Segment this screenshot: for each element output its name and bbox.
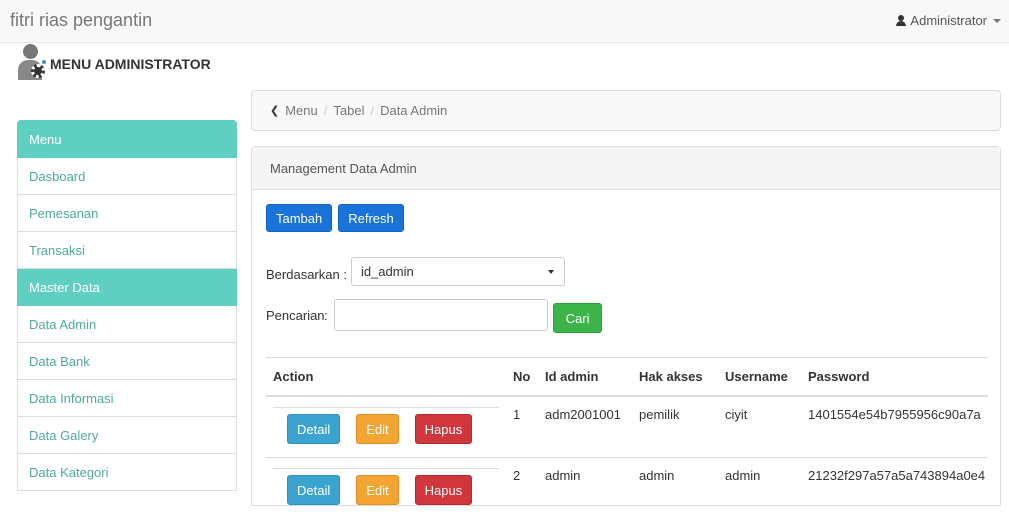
admin-title: MENU ADMINISTRATOR [50,56,211,72]
detail-button[interactable]: Detail [287,413,341,444]
filter-select[interactable]: id_admin [350,257,565,286]
breadcrumb-tabel[interactable]: Tabel [333,103,364,118]
caret-down-icon [993,18,1001,23]
col-action: Action [266,357,506,397]
search-label: Pencarian [266,307,325,323]
table-row: Detail Edit Hapus 1 adm2001001 pemilik c… [266,395,988,458]
breadcrumb-menu[interactable]: Menu [285,103,318,118]
cell-password: 1401554e54b7955956c90a7a [801,395,988,458]
col-password: Password [801,357,988,397]
filter-selected: id_admin [360,264,414,279]
table-row: Detail Edit Hapus 2 admin admin admin 21… [266,457,988,520]
sidebar-item-data-informasi[interactable]: Data Informasi [17,380,237,417]
edit-button[interactable]: Edit [356,475,399,505]
col-hak-akses: Hak akses [632,357,718,397]
search-button[interactable]: Cari [552,303,603,333]
col-username: Username [718,357,801,397]
breadcrumb-data-admin: Data Admin [380,103,448,118]
panel-toolbar: Tambah Refresh [266,204,404,232]
cell-hak-akses: pemilik [632,395,718,458]
breadcrumb: ❮ Menu / Tabel / Data Admin [251,90,1001,131]
admin-table: Action No Id admin Hak akses Username Pa… [266,357,988,520]
sidebar-item-master-data[interactable]: Master Data [17,269,237,306]
user-icon [896,15,907,26]
detail-button[interactable]: Detail [287,475,341,505]
filter-label: Berdasarkan : [266,267,347,282]
sidebar-item-dasboard[interactable]: Dasboard [17,158,237,195]
sidebar-item-data-galery[interactable]: Data Galery [17,417,237,454]
action-cell: Detail Edit Hapus [266,457,506,520]
cell-id-admin: admin [538,457,632,520]
cell-hak-akses: admin [632,457,718,520]
sidebar-item-transaksi[interactable]: Transaksi [17,232,237,269]
select-arrow-icon [547,269,554,274]
sidebar-heading-menu: Menu [17,120,237,158]
chevron-left-icon[interactable]: ❮ [270,104,279,117]
edit-button[interactable]: Edit [356,413,399,444]
delete-button[interactable]: Hapus [414,413,473,444]
admin-panel: Management Data Admin Tambah Refresh Ber… [251,146,1001,520]
col-id-admin: Id admin [538,357,632,397]
cell-no: 2 [506,457,538,520]
search-row: Pencarian : Cari [266,297,603,333]
cell-password: 21232f297a57a5a743894a0e4 [801,457,988,520]
sidebar-menu: Menu Dasboard Pemesanan Transaksi Master… [17,120,237,491]
search-input[interactable] [333,299,548,331]
refresh-button[interactable]: Refresh [338,204,404,232]
cell-id-admin: adm2001001 [538,395,632,458]
cell-username: admin [718,457,801,520]
top-navbar: fitri rias pengantin Administrator [0,0,1009,43]
search-colon: : [324,307,328,323]
sidebar-item-pemesanan[interactable]: Pemesanan [17,195,237,232]
col-no: No [506,357,538,397]
admin-settings-icon [18,44,48,82]
sidebar-item-data-bank[interactable]: Data Bank [17,343,237,380]
action-cell: Detail Edit Hapus [266,395,506,458]
admin-header: MENU ADMINISTRATOR [18,44,211,82]
user-name: Administrator [910,13,987,28]
cell-username: ciyit [718,395,801,458]
user-menu[interactable]: Administrator [896,13,1001,28]
sidebar-item-data-kategori[interactable]: Data Kategori [17,454,237,491]
brand-title[interactable]: fitri rias pengantin [10,10,152,31]
table-header-row: Action No Id admin Hak akses Username Pa… [266,357,988,397]
filter-row: Berdasarkan : id_admin [266,257,565,286]
sidebar-item-data-admin[interactable]: Data Admin [17,306,237,343]
cell-no: 1 [506,395,538,458]
delete-button[interactable]: Hapus [414,475,473,505]
panel-title: Management Data Admin [252,147,1000,190]
add-button[interactable]: Tambah [266,204,333,232]
admin-table-wrap: Action No Id admin Hak akses Username Pa… [266,357,988,520]
